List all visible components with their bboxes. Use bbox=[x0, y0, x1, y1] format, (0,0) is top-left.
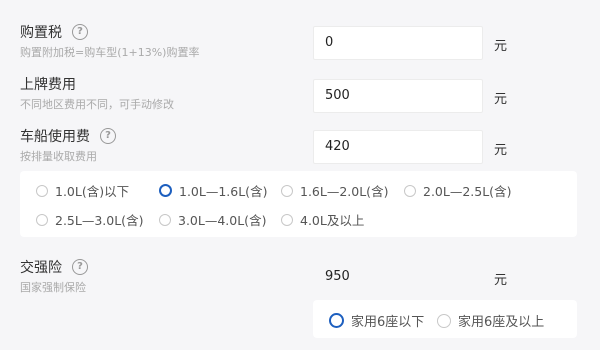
radio-icon[interactable] bbox=[404, 184, 416, 197]
radio-icon[interactable] bbox=[281, 213, 293, 226]
radio-icon[interactable] bbox=[159, 213, 171, 226]
purchase-tax-unit: 元 bbox=[494, 39, 508, 54]
radio-icon[interactable] bbox=[281, 184, 293, 197]
compulsory-insurance-value: 950 bbox=[313, 260, 483, 294]
purchase-tax-input[interactable]: 0 bbox=[313, 26, 483, 60]
plate-fee-input[interactable]: 500 bbox=[313, 79, 483, 113]
help-icon[interactable]: ? bbox=[72, 24, 88, 40]
displacement-option[interactable]: 1.0L—1.6L(含) bbox=[159, 181, 267, 200]
seat-option-label: 家用6座以下 bbox=[351, 315, 425, 330]
displacement-option-label: 4.0L及以上 bbox=[300, 213, 365, 228]
seat-option-label: 家用6座及以上 bbox=[458, 315, 545, 330]
vehicle-tax-input[interactable]: 420 bbox=[313, 130, 483, 164]
compulsory-insurance-label-group: 交强险 ? bbox=[20, 257, 88, 277]
seat-option[interactable]: 家用6座及以上 bbox=[437, 311, 544, 330]
radio-icon[interactable] bbox=[36, 213, 48, 226]
vehicle-tax-label-group: 车船使用费 ? bbox=[20, 126, 116, 146]
displacement-option-label: 3.0L—4.0L(含) bbox=[178, 213, 267, 228]
displacement-option-label: 1.0L(含)以下 bbox=[55, 184, 130, 199]
vehicle-tax-unit: 元 bbox=[494, 143, 508, 158]
compulsory-insurance-description: 国家强制保险 bbox=[20, 281, 86, 294]
help-icon[interactable]: ? bbox=[100, 128, 116, 144]
displacement-option-label: 1.0L—1.6L(含) bbox=[179, 184, 268, 199]
plate-fee-unit: 元 bbox=[494, 92, 508, 107]
displacement-option[interactable]: 2.0L—2.5L(含) bbox=[404, 181, 511, 200]
displacement-option[interactable]: 4.0L及以上 bbox=[281, 210, 364, 229]
plate-fee-label: 上牌费用 bbox=[20, 77, 76, 93]
purchase-tax-description: 购置附加税=购车型(1+13%)购置率 bbox=[20, 46, 200, 59]
purchase-tax-label: 购置税 bbox=[20, 25, 62, 41]
vehicle-tax-label: 车船使用费 bbox=[20, 129, 90, 145]
displacement-options: 1.0L(含)以下 1.0L—1.6L(含) 1.6L—2.0L(含) 2.0L… bbox=[20, 171, 577, 237]
radio-icon[interactable] bbox=[36, 184, 48, 197]
displacement-option-label: 2.5L—3.0L(含) bbox=[55, 213, 144, 228]
radio-selected-icon[interactable] bbox=[159, 184, 172, 197]
vehicle-tax-description: 按排量收取费用 bbox=[20, 150, 97, 163]
plate-fee-description: 不同地区费用不同，可手动修改 bbox=[20, 98, 174, 111]
seat-options: 家用6座以下 家用6座及以上 bbox=[313, 300, 577, 338]
displacement-option[interactable]: 1.0L(含)以下 bbox=[36, 181, 129, 200]
purchase-tax-label-group: 购置税 ? bbox=[20, 22, 88, 42]
displacement-option-label: 2.0L—2.5L(含) bbox=[423, 184, 512, 199]
compulsory-insurance-label: 交强险 bbox=[20, 260, 62, 276]
displacement-option[interactable]: 3.0L—4.0L(含) bbox=[159, 210, 266, 229]
displacement-option-label: 1.6L—2.0L(含) bbox=[300, 184, 389, 199]
compulsory-insurance-unit: 元 bbox=[494, 273, 508, 288]
displacement-option[interactable]: 1.6L—2.0L(含) bbox=[281, 181, 388, 200]
plate-fee-label-group: 上牌费用 bbox=[20, 74, 76, 94]
seat-option[interactable]: 家用6座以下 bbox=[329, 311, 424, 330]
help-icon[interactable]: ? bbox=[72, 259, 88, 275]
radio-selected-icon[interactable] bbox=[329, 313, 344, 328]
displacement-option[interactable]: 2.5L—3.0L(含) bbox=[36, 210, 143, 229]
radio-icon[interactable] bbox=[437, 313, 451, 328]
